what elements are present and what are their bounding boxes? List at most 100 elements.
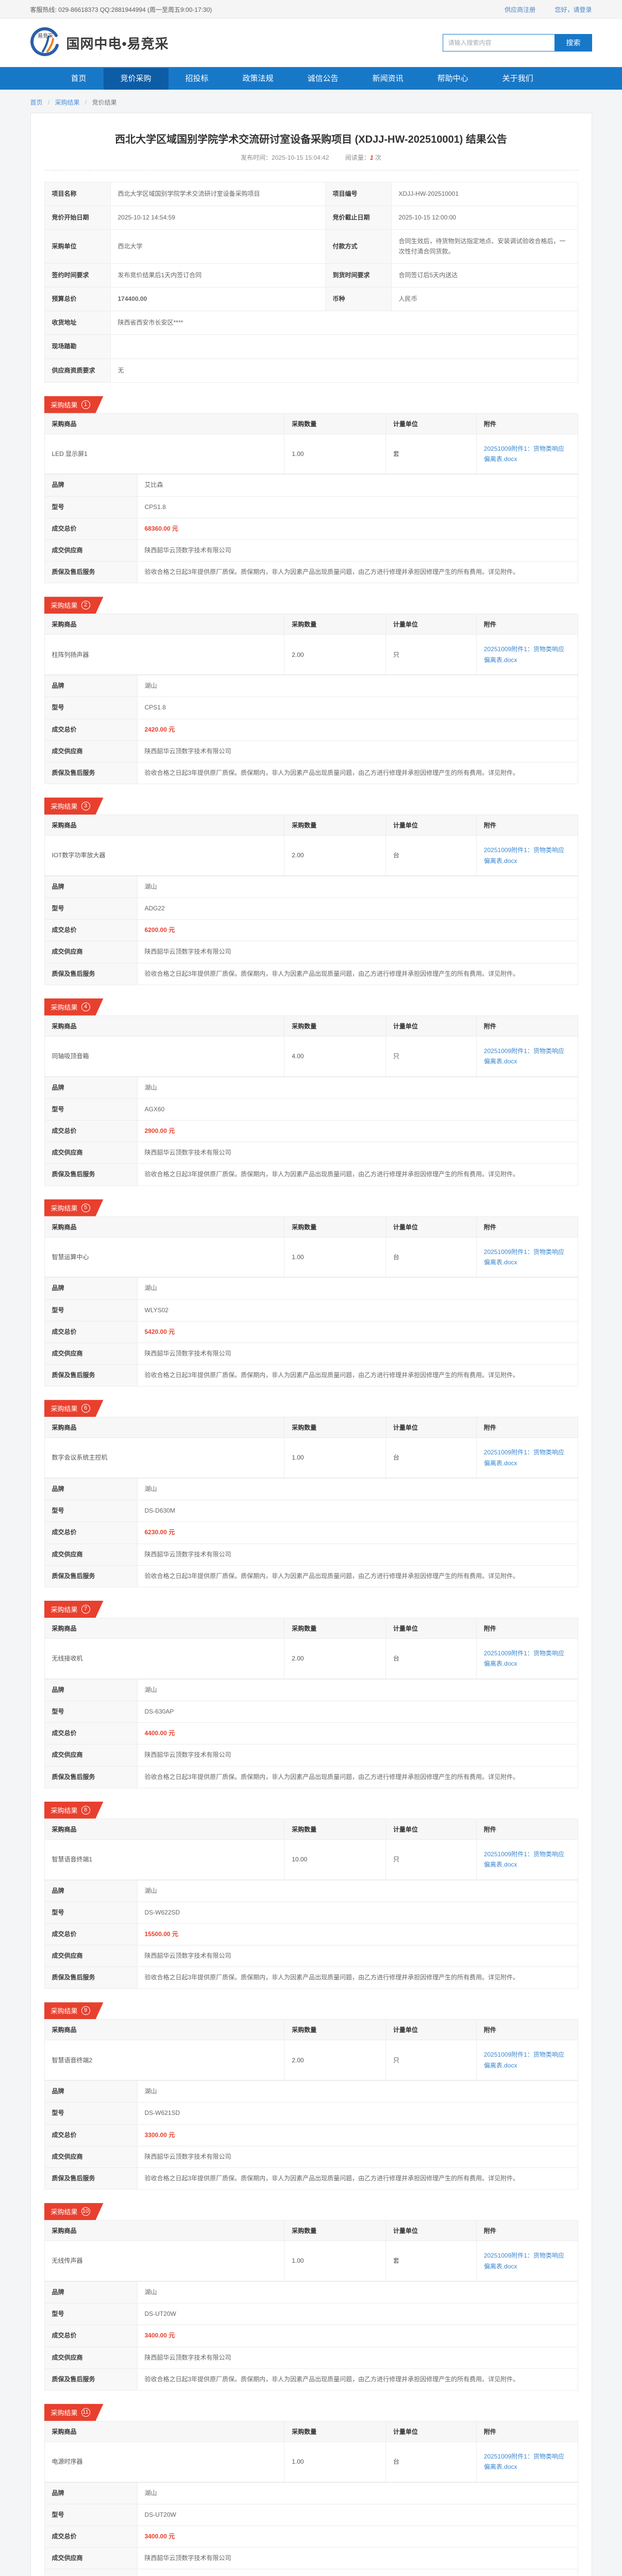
badge-number: 4: [81, 1003, 90, 1011]
breadcrumb-results-link[interactable]: 采购结果: [55, 99, 80, 106]
badge-number: 9: [81, 2006, 90, 2015]
supplier-row: 成交供应商 陕西韶华云顶数字技术有限公司: [44, 1744, 578, 1766]
view-count: 1: [370, 154, 374, 161]
breadcrumb-separator: /: [85, 99, 87, 106]
item-qty-cell: 1.00: [284, 434, 386, 474]
goods-item-row: 电源时序器 1.00 台 20251009附件1：货物类响应偏离表.docx: [44, 2442, 578, 2482]
item-name-cell: 同轴吸顶音箱: [44, 1036, 284, 1076]
attachment-link[interactable]: 20251009附件1：货物类响应偏离表.docx: [484, 1248, 564, 1266]
warranty-row: 质保及售后服务 验收合格之日起3年提供原厂质保。质保期内，非人为因素产品出现质量…: [44, 2167, 578, 2189]
deal-price: 3300.00: [145, 2131, 167, 2139]
warranty-value: 验收合格之日起3年提供原厂质保。质保期内，非人为因素产品出现质量问题，由乙方进行…: [137, 1565, 578, 1587]
result-section: 采购结果 11 采购商品 采购数量 计量单位 附件 电源时序器 1.00 台 2…: [44, 2404, 578, 2576]
attachment-link[interactable]: 20251009附件1：货物类响应偏离表.docx: [484, 2051, 564, 2069]
goods-item-row: IOT数字功率放大器 2.00 台 20251009附件1：货物类响应偏离表.d…: [44, 836, 578, 876]
attachment-link[interactable]: 20251009附件1：货物类响应偏离表.docx: [484, 1449, 564, 1466]
warranty-row: 质保及售后服务 验收合格之日起3年提供原厂质保。质保期内，非人为因素产品出现质量…: [44, 2569, 578, 2576]
result-section: 采购结果 1 采购商品 采购数量 计量单位 附件 LED 显示屏1 1.00 套…: [44, 396, 578, 584]
price-row: 成交总价 3300.00 元: [44, 2124, 578, 2146]
model-value: DS-W622SD: [137, 1902, 578, 1923]
item-name-cell: 智慧语音终端1: [44, 1839, 284, 1879]
deal-price: 6230.00: [145, 1529, 167, 1536]
attachment-link[interactable]: 20251009附件1：货物类响应偏离表.docx: [484, 2453, 564, 2470]
model-value: DS-UT20W: [137, 2504, 578, 2526]
attachment-link[interactable]: 20251009附件1：货物类响应偏离表.docx: [484, 1047, 564, 1065]
price-row: 成交总价 6200.00 元: [44, 920, 578, 941]
breadcrumb-home-link[interactable]: 首页: [30, 99, 43, 106]
item-name-cell: LED 显示屏1: [44, 434, 284, 474]
item-qty-cell: 2.00: [284, 635, 386, 675]
warranty-row: 质保及售后服务 验收合格之日起3年提供原厂质保。质保期内，非人为因素产品出现质量…: [44, 1565, 578, 1587]
price-row: 成交总价 2900.00 元: [44, 1121, 578, 1142]
attachment-link[interactable]: 20251009附件1：货物类响应偏离表.docx: [484, 1851, 564, 1868]
brand-row: 品牌 湖山: [44, 1077, 578, 1098]
goods-header-row: 采购商品 采购数量 计量单位 附件: [44, 1618, 578, 1639]
item-qty-cell: 1.00: [284, 2442, 386, 2482]
item-qty-cell: 10.00: [284, 1839, 386, 1879]
item-qty-cell: 1.00: [284, 1438, 386, 1478]
supplier-row: 成交供应商 陕西韶华云顶数字技术有限公司: [44, 540, 578, 562]
model-row: 型号 CPS1.8: [44, 496, 578, 518]
site-logo-icon: 易竞采: [30, 27, 60, 59]
supplier-row: 成交供应商 陕西韶华云顶数字技术有限公司: [44, 1945, 578, 1967]
goods-table: 采购商品 采购数量 计量单位 附件 同轴吸顶音箱 4.00 只 20251009…: [44, 1015, 578, 1077]
goods-item-row: 智慧语音终端1 10.00 只 20251009附件1：货物类响应偏离表.doc…: [44, 1839, 578, 1879]
goods-header-row: 采购商品 采购数量 计量单位 附件: [44, 1015, 578, 1036]
warranty-value: 验收合格之日起3年提供原厂质保。质保期内，非人为因素产品出现质量问题，由乙方进行…: [137, 2368, 578, 2390]
model-row: 型号 DS-UT20W: [44, 2303, 578, 2325]
goods-table: 采购商品 采购数量 计量单位 附件 LED 显示屏1 1.00 套 202510…: [44, 413, 578, 474]
price-row: 成交总价 3400.00 元: [44, 2526, 578, 2548]
nav-item-关于我们[interactable]: 关于我们: [485, 68, 550, 90]
price-row: 成交总价 15500.00 元: [44, 1923, 578, 1945]
results-list: 采购结果 1 采购商品 采购数量 计量单位 附件 LED 显示屏1 1.00 套…: [44, 396, 578, 2576]
item-unit-cell: 只: [385, 2040, 476, 2080]
model-value: DS-630AP: [137, 1701, 578, 1722]
info-row: 现场踏勘: [44, 335, 578, 359]
nav-item-竞价采购[interactable]: 竞价采购: [104, 68, 169, 90]
item-detail-table: 品牌 湖山 型号 CPS1.8 成交总价 2420.00 元 成交供应商 陕西韶…: [44, 675, 578, 784]
warranty-value: 验收合格之日起3年提供原厂质保。质保期内，非人为因素产品出现质量问题，由乙方进行…: [137, 2569, 578, 2576]
site-header: 易竞采 国网中电•易竞采 搜索: [0, 19, 622, 67]
item-name-cell: 智慧运算中心: [44, 1237, 284, 1277]
model-row: 型号 WLYS02: [44, 1299, 578, 1321]
model-value: AGX60: [137, 1098, 578, 1120]
attachment-link[interactable]: 20251009附件1：货物类响应偏离表.docx: [484, 1650, 564, 1667]
nav-item-诚信公告[interactable]: 诚信公告: [291, 68, 356, 90]
nav-item-首页[interactable]: 首页: [54, 68, 104, 90]
nav-item-新闻资讯[interactable]: 新闻资讯: [356, 68, 421, 90]
warranty-value: 验收合格之日起3年提供原厂质保。质保期内，非人为因素产品出现质量问题，由乙方进行…: [137, 762, 578, 784]
nav-item-帮助中心[interactable]: 帮助中心: [421, 68, 485, 90]
topbar: 客服热线: 029-86618373 QQ:2881944994 (周一至周五9…: [0, 0, 622, 19]
goods-header-row: 采购商品 采购数量 计量单位 附件: [44, 1417, 578, 1438]
brand-value: 湖山: [137, 1077, 578, 1098]
project-info-table: 项目名称 西北大学区域国别学院学术交流研讨室设备采购项目 项目编号 XDJJ-H…: [44, 182, 578, 383]
search-button[interactable]: 搜索: [555, 34, 592, 52]
attachment-link[interactable]: 20251009附件1：货物类响应偏离表.docx: [484, 2252, 564, 2269]
nav-item-政策法规[interactable]: 政策法规: [226, 68, 291, 90]
brand-row: 品牌 湖山: [44, 675, 578, 697]
price-row: 成交总价 4400.00 元: [44, 1723, 578, 1744]
nav-item-招投标[interactable]: 招投标: [169, 68, 226, 90]
supplier-value: 陕西韶华云顶数字技术有限公司: [137, 1544, 578, 1565]
result-badge: 采购结果 4: [44, 998, 104, 1015]
search-input[interactable]: [443, 34, 555, 52]
model-value: DS-W621SD: [137, 2103, 578, 2124]
attachment-link[interactable]: 20251009附件1：货物类响应偏离表.docx: [484, 846, 564, 864]
model-value: CPS1.8: [137, 697, 578, 719]
svg-text:易竞采: 易竞采: [38, 32, 53, 39]
result-badge: 采购结果 5: [44, 1199, 104, 1216]
model-value: DS-UT20W: [137, 2303, 578, 2325]
supplier-value: 陕西韶华云顶数字技术有限公司: [137, 1343, 578, 1364]
attachment-link[interactable]: 20251009附件1：货物类响应偏离表.docx: [484, 646, 564, 663]
item-unit-cell: 只: [385, 1036, 476, 1076]
deal-price: 2900.00: [145, 1127, 167, 1134]
announcement-card: 西北大学区域国别学院学术交流研讨室设备采购项目 (XDJJ-HW-2025100…: [30, 113, 592, 2576]
attachment-link[interactable]: 20251009附件1：货物类响应偏离表.docx: [484, 445, 564, 463]
goods-item-row: 无线接收机 2.00 台 20251009附件1：货物类响应偏离表.docx: [44, 1639, 578, 1679]
item-name-cell: IOT数字功率放大器: [44, 836, 284, 876]
supplier-register-link[interactable]: 供应商注册: [505, 6, 535, 13]
model-row: 型号 DS-630AP: [44, 1701, 578, 1722]
brand-value: 艾比森: [137, 474, 578, 496]
login-link[interactable]: 您好，请登录: [554, 6, 592, 13]
deal-price: 2420.00: [145, 726, 167, 733]
